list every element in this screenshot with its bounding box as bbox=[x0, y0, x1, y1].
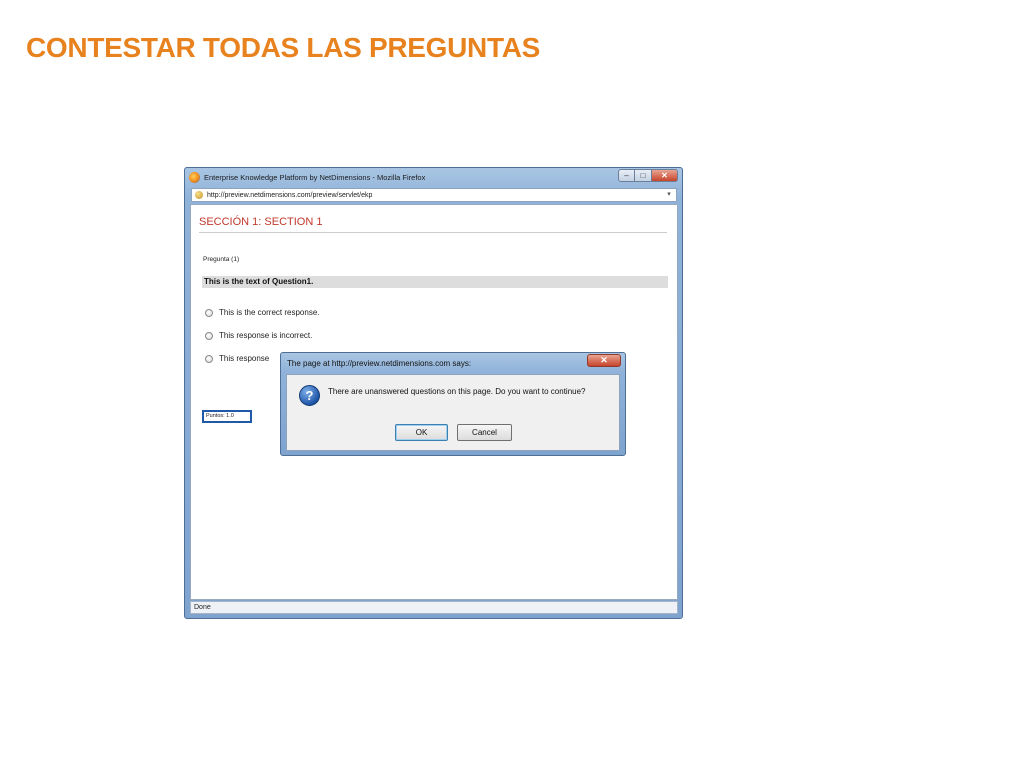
firefox-icon bbox=[189, 172, 200, 183]
question-text: This is the text of Question1. bbox=[202, 276, 668, 288]
browser-titlebar[interactable]: Enterprise Knowledge Platform by NetDime… bbox=[185, 168, 682, 187]
radio-button[interactable] bbox=[205, 331, 213, 340]
answer-option-label: This response is incorrect. bbox=[219, 331, 313, 340]
maximize-button[interactable]: □ bbox=[635, 169, 652, 182]
address-bar[interactable]: http://preview.netdimensions.com/preview… bbox=[191, 188, 677, 202]
address-url[interactable]: http://preview.netdimensions.com/preview… bbox=[207, 192, 372, 199]
slide-title: CONTESTAR TODAS LAS PREGUNTAS bbox=[26, 32, 540, 63]
dialog-body: ? There are unanswered questions on this… bbox=[286, 374, 620, 451]
dialog-title: The page at http://preview.netdimensions… bbox=[287, 358, 472, 368]
score-badge: Puntos: 1.0 bbox=[202, 410, 252, 423]
address-dropdown-icon[interactable]: ▾ bbox=[664, 190, 674, 200]
section-heading: SECCIÓN 1: SECTION 1 bbox=[199, 216, 667, 233]
confirm-dialog: The page at http://preview.netdimensions… bbox=[280, 352, 626, 456]
window-controls: – □ ✕ bbox=[618, 169, 678, 182]
close-window-button[interactable]: ✕ bbox=[652, 169, 678, 182]
ok-button[interactable]: OK bbox=[395, 424, 448, 441]
question-icon: ? bbox=[299, 385, 320, 406]
site-icon bbox=[195, 191, 203, 199]
radio-button[interactable] bbox=[205, 354, 213, 363]
status-bar: Done bbox=[190, 601, 678, 614]
question-number: Pregunta (1) bbox=[203, 256, 240, 263]
answer-option-1[interactable]: This is the correct response. bbox=[205, 308, 319, 317]
answer-option-label: This response bbox=[219, 354, 270, 363]
cancel-button[interactable]: Cancel bbox=[457, 424, 512, 441]
radio-button[interactable] bbox=[205, 308, 213, 317]
dialog-titlebar[interactable]: The page at http://preview.netdimensions… bbox=[281, 353, 625, 373]
dialog-message: There are unanswered questions on this p… bbox=[328, 387, 586, 396]
window-title: Enterprise Knowledge Platform by NetDime… bbox=[204, 173, 426, 182]
answer-option-2[interactable]: This response is incorrect. bbox=[205, 331, 312, 340]
answer-option-label: This is the correct response. bbox=[219, 308, 320, 317]
dialog-close-button[interactable]: ✕ bbox=[587, 354, 621, 367]
answer-option-3[interactable]: This response bbox=[205, 354, 269, 363]
minimize-button[interactable]: – bbox=[618, 169, 635, 182]
